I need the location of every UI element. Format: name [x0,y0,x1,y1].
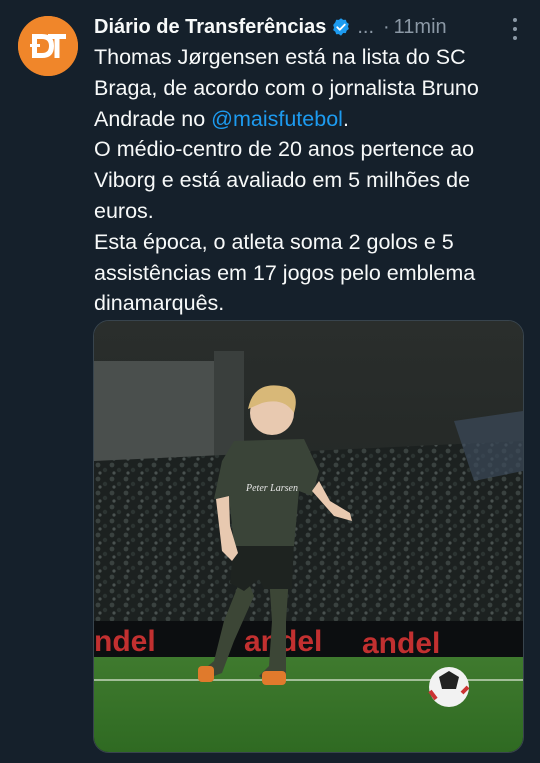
tweet-header: Diário de Transferências ... · 11min [94,12,524,42]
more-options-icon[interactable] [506,18,524,40]
avatar[interactable] [18,16,78,76]
separator-dot: · [383,15,390,38]
tweet-paragraph-3: Esta época, o atleta soma 2 golos e 5 as… [94,229,476,316]
mention-link[interactable]: @maisfutebol [211,107,343,131]
shirt-sponsor: Peter Larsen [245,483,298,494]
tweet-paragraph-2: O médio-centro de 20 anos pertence ao Vi… [94,137,475,223]
ad-board-text: andel [362,627,440,660]
ad-board-text: ndel [94,625,156,658]
handle-truncated[interactable]: ... [357,16,374,39]
tweet-text-segment: . [342,106,349,131]
timestamp[interactable]: 11min [394,16,447,39]
author-name[interactable]: Diário de Transferências [94,16,326,39]
tweet-paragraph-1: Thomas Jørgensen está na lista do SC Bra… [94,42,522,134]
tweet-text: Thomas Jørgensen está na lista do SC Bra… [94,42,522,319]
verified-badge-icon [331,17,351,37]
logo-icon [18,16,78,76]
football-player-photo: ndel andel andel Peter Larsen [94,321,523,752]
tweet-photo[interactable]: ndel andel andel Peter Larsen [93,320,524,753]
football [428,667,470,707]
